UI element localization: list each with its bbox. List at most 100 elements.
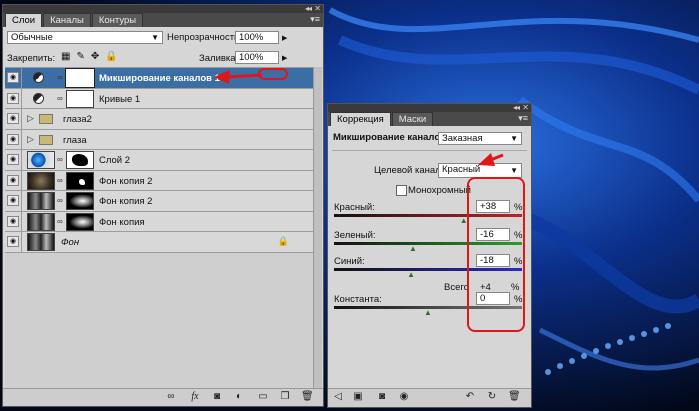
layer-mask-thumbnail[interactable] (66, 171, 94, 190)
channel-label: Зеленый: (334, 230, 376, 241)
lock-icon: 🔒 (277, 236, 289, 246)
folder-icon (39, 134, 53, 145)
slider-thumb-icon[interactable]: ▲ (407, 270, 415, 279)
close-icon[interactable]: ✕ (314, 4, 321, 13)
visibility-eye-icon[interactable]: ◉ (7, 174, 19, 186)
layer-name: Фон копия (99, 216, 145, 228)
layer-name: глаза2 (63, 114, 92, 125)
annotation-oval (258, 68, 288, 80)
lock-pixels-icon[interactable]: ✎ (76, 51, 84, 62)
trash-icon[interactable]: 🗑 (301, 391, 314, 403)
layer-name: Фон копия 2 (99, 175, 153, 187)
blend-mode-select[interactable]: Обычные ▼ (7, 31, 163, 44)
opacity-value: 100% (239, 32, 264, 43)
visibility-eye-icon[interactable]: ◉ (7, 215, 19, 227)
fx-icon[interactable]: fx (189, 391, 201, 403)
reset-icon[interactable]: ↻ (486, 391, 498, 403)
chain-link-icon[interactable]: ∞ (57, 94, 63, 103)
folder-icon[interactable]: ▭ (257, 391, 269, 403)
tab-layers[interactable]: Слои (5, 13, 43, 27)
visibility-eye-icon[interactable]: ◉ (7, 92, 19, 104)
layer-mask-thumbnail[interactable] (66, 151, 94, 169)
slider-thumb-icon[interactable]: ▲ (424, 308, 432, 317)
opacity-arrow-icon[interactable]: ▶ (282, 34, 287, 42)
slider-thumb-icon[interactable]: ▲ (409, 244, 417, 253)
lock-transparency-icon[interactable]: ▦ (61, 51, 70, 62)
chain-link-icon[interactable]: ∞ (57, 155, 63, 164)
layer-row-background[interactable]: ◉ Фон 🔒 (5, 232, 313, 253)
collapse-icon[interactable]: ◂◂ (513, 103, 520, 112)
layer-row-group-eyes[interactable]: ◉ ▷ глаза (5, 129, 313, 150)
adjustment-icon[interactable]: ◐ (233, 391, 245, 403)
clip-icon[interactable]: ▣ (352, 391, 364, 403)
layers-scrollbar[interactable] (313, 67, 322, 388)
channel-label: Красный: (334, 202, 375, 213)
visibility-eye-icon[interactable]: ◉ (7, 113, 19, 124)
layer-row-group-eyes2[interactable]: ◉ ▷ глаза2 (5, 109, 313, 130)
tab-masks[interactable]: Маски (391, 112, 434, 126)
collapse-icon[interactable]: ◂◂ (305, 4, 312, 13)
mask-icon[interactable]: ◙ (211, 391, 223, 403)
tab-correction[interactable]: Коррекция (330, 112, 391, 126)
target-channel-select[interactable]: Красный ▼ (438, 163, 522, 178)
blend-mode-value: Обычные (11, 32, 53, 43)
adjustment-layer-icon (33, 92, 44, 104)
channel-label: Синий: (334, 256, 365, 267)
layer-thumbnail[interactable] (27, 212, 55, 231)
tab-paths[interactable]: Контуры (91, 13, 144, 27)
preset-select[interactable]: Заказная ▼ (438, 132, 522, 145)
opacity-label: Непрозрачность: (167, 32, 242, 43)
panel-title-bar: ◂◂ ✕ (3, 4, 323, 13)
eye-icon[interactable]: ◉ (398, 391, 410, 403)
chain-link-icon[interactable]: ∞ (57, 217, 63, 226)
expand-triangle-icon[interactable]: ▷ (27, 134, 34, 145)
chevron-down-icon: ▼ (510, 166, 518, 175)
trash-icon[interactable]: 🗑 (508, 391, 521, 403)
visibility-eye-icon[interactable]: ◉ (7, 236, 19, 247)
visibility-icon[interactable]: ◙ (376, 391, 388, 403)
panel-menu-icon[interactable]: ▾≡ (518, 113, 528, 124)
layer-row-bg-copy2-a[interactable]: ◉ ∞ Фон копия 2 (5, 170, 313, 191)
layers-bottom-toolbar: ∞ fx ◙ ◐ ▭ ❐ 🗑 (3, 388, 323, 406)
adjustment-layer-icon (33, 72, 44, 83)
visibility-eye-icon[interactable]: ◉ (7, 133, 19, 145)
new-layer-icon[interactable]: ❐ (279, 391, 291, 403)
opacity-field[interactable]: 100% (235, 31, 279, 44)
lock-all-icon[interactable]: 🔒 (105, 51, 117, 62)
expand-triangle-icon[interactable]: ▷ (27, 113, 34, 124)
fill-arrow-icon[interactable]: ▶ (282, 54, 287, 62)
layer-thumbnail[interactable] (27, 171, 55, 190)
close-icon[interactable]: ✕ (522, 103, 529, 112)
layer-row-bg-copy[interactable]: ◉ ∞ Фон копия (5, 211, 313, 232)
layer-row-curves[interactable]: ◉ ∞ Кривые 1 (5, 88, 313, 109)
lock-icons: ▦ ✎ ✥ 🔒 (61, 51, 118, 62)
layer-thumbnail[interactable] (27, 192, 55, 210)
monochrome-checkbox[interactable] (396, 185, 407, 196)
layer-name: Слой 2 (99, 155, 131, 166)
monochrome-label: Монохромный (408, 185, 471, 196)
fill-field[interactable]: 100% (235, 51, 279, 64)
chain-link-icon[interactable]: ∞ (57, 73, 63, 82)
visibility-eye-icon[interactable]: ◉ (7, 195, 19, 206)
link-icon[interactable]: ∞ (165, 391, 177, 403)
layer-thumbnail[interactable] (27, 233, 55, 251)
chevron-down-icon: ▼ (510, 134, 518, 143)
chain-link-icon[interactable]: ∞ (57, 176, 63, 185)
visibility-eye-icon[interactable]: ◉ (7, 154, 19, 165)
tab-channels[interactable]: Каналы (43, 13, 91, 27)
back-icon[interactable]: ◁ (332, 391, 344, 403)
layer-mask-thumbnail[interactable] (66, 212, 94, 231)
chain-link-icon[interactable]: ∞ (57, 196, 63, 205)
layer-mask-thumbnail[interactable] (66, 89, 94, 108)
layer-row-bg-copy2-b[interactable]: ◉ ∞ Фон копия 2 (5, 191, 313, 212)
layer-name: Фон (61, 237, 80, 248)
layer-thumbnail[interactable] (27, 151, 55, 169)
visibility-eye-icon[interactable]: ◉ (7, 72, 19, 83)
layer-row-layer2[interactable]: ◉ ∞ Слой 2 (5, 150, 313, 171)
panel-menu-icon[interactable]: ▾≡ (310, 14, 320, 25)
lock-position-icon[interactable]: ✥ (91, 51, 99, 62)
layer-mask-thumbnail[interactable] (66, 192, 94, 210)
layer-mask-thumbnail[interactable] (65, 68, 95, 88)
previous-state-icon[interactable]: ↶ (464, 391, 476, 403)
layer-list: ◉ ∞ Микширование каналов 1 ◉ ∞ Кривые 1 … (5, 67, 313, 388)
